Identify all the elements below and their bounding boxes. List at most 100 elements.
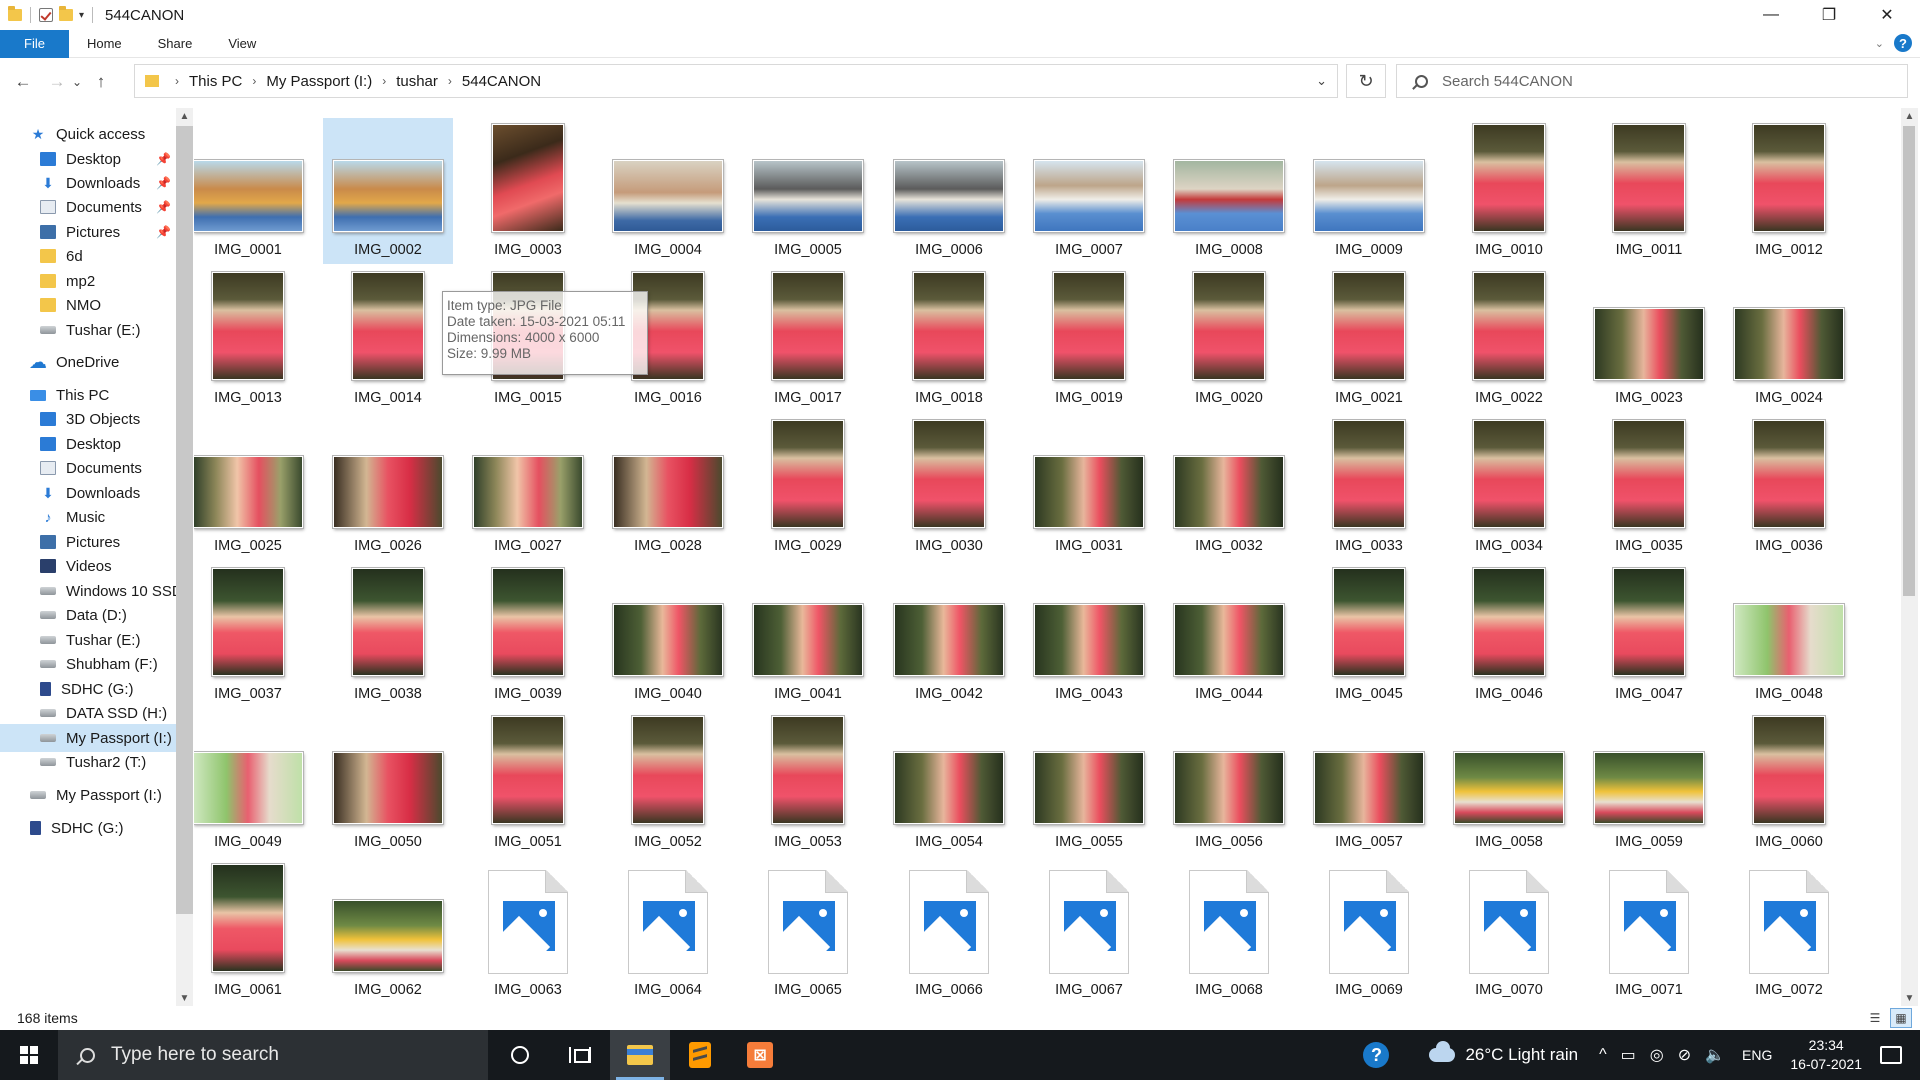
file-item[interactable]: IMG_0063: [463, 858, 593, 1004]
sidebar-item[interactable]: ★ Quick access: [0, 120, 176, 148]
file-item[interactable]: IMG_0001: [194, 118, 313, 264]
customize-quick-access-icon[interactable]: ▾: [79, 10, 84, 21]
file-item[interactable]: IMG_0013: [194, 266, 313, 412]
file-item[interactable]: IMG_0041: [743, 562, 873, 708]
minimize-button[interactable]: —: [1742, 0, 1800, 30]
xampp-app[interactable]: ⊠: [730, 1030, 790, 1080]
sidebar-item[interactable]: ☁ OneDrive: [0, 348, 176, 376]
file-item[interactable]: IMG_0066: [884, 858, 1014, 1004]
file-item[interactable]: IMG_0048: [1724, 562, 1854, 708]
search-box[interactable]: [1396, 64, 1908, 98]
file-item[interactable]: IMG_0035: [1584, 414, 1714, 560]
scroll-down-icon[interactable]: ▼: [176, 990, 193, 1006]
language-indicator[interactable]: ENG: [1742, 1047, 1772, 1063]
file-item[interactable]: IMG_0068: [1164, 858, 1294, 1004]
pin-icon[interactable]: 📌: [156, 176, 171, 190]
file-item[interactable]: IMG_0026: [323, 414, 453, 560]
file-item[interactable]: IMG_0012: [1724, 118, 1854, 264]
file-item[interactable]: IMG_0008: [1164, 118, 1294, 264]
chevron-down-icon[interactable]: ⌄: [1316, 73, 1327, 89]
file-item[interactable]: IMG_0003: [463, 118, 593, 264]
file-item[interactable]: IMG_0031: [1024, 414, 1154, 560]
properties-icon[interactable]: [39, 8, 53, 22]
file-item[interactable]: IMG_0069: [1304, 858, 1434, 1004]
tab-home[interactable]: Home: [69, 30, 140, 58]
close-button[interactable]: ✕: [1858, 0, 1916, 30]
file-item[interactable]: IMG_0065: [743, 858, 873, 1004]
restore-button[interactable]: ❐: [1800, 0, 1858, 30]
scroll-up-icon[interactable]: ▲: [1901, 108, 1918, 124]
breadcrumb-my-passport[interactable]: My Passport (I:): [262, 73, 376, 90]
file-item[interactable]: IMG_0057: [1304, 710, 1434, 856]
task-view-button[interactable]: [550, 1030, 610, 1080]
sidebar-item[interactable]: Videos: [0, 552, 176, 580]
refresh-button[interactable]: ↻: [1346, 64, 1386, 98]
breadcrumb-tushar[interactable]: tushar: [392, 73, 442, 90]
sidebar-item[interactable]: Tushar (E:): [0, 316, 176, 344]
file-item[interactable]: IMG_0006: [884, 118, 1014, 264]
file-item[interactable]: IMG_0053: [743, 710, 873, 856]
app-tray-icon[interactable]: ⊘: [1678, 1045, 1691, 1065]
breadcrumb-544canon[interactable]: 544CANON: [458, 73, 545, 90]
breadcrumb-this-pc[interactable]: This PC: [185, 73, 246, 90]
volume-icon[interactable]: 🔈: [1705, 1045, 1725, 1065]
help-button[interactable]: ?: [1894, 34, 1912, 52]
pin-icon[interactable]: 📌: [156, 152, 171, 166]
tab-share[interactable]: Share: [140, 30, 211, 58]
get-help-icon[interactable]: ?: [1363, 1042, 1390, 1068]
new-folder-icon[interactable]: [59, 6, 73, 21]
sidebar-item[interactable]: My Passport (I:): [0, 781, 176, 809]
file-item[interactable]: IMG_0040: [603, 562, 733, 708]
sidebar-item[interactable]: DATA SSD (H:): [0, 699, 176, 727]
tab-file[interactable]: File: [0, 29, 69, 58]
clock[interactable]: 23:34 16-07-2021: [1790, 1036, 1862, 1074]
chevron-right-icon[interactable]: ›: [442, 74, 458, 88]
file-item[interactable]: IMG_0009: [1304, 118, 1434, 264]
file-item[interactable]: IMG_0027: [463, 414, 593, 560]
file-item[interactable]: IMG_0071: [1584, 858, 1714, 1004]
chevron-up-icon[interactable]: ^: [1599, 1046, 1607, 1064]
back-button[interactable]: ←: [10, 67, 36, 97]
file-item[interactable]: IMG_0010: [1444, 118, 1574, 264]
file-item[interactable]: IMG_0029: [743, 414, 873, 560]
chevron-right-icon[interactable]: ›: [246, 74, 262, 88]
file-item[interactable]: IMG_0030: [884, 414, 1014, 560]
file-item[interactable]: IMG_0038: [323, 562, 453, 708]
file-item[interactable]: IMG_0059: [1584, 710, 1714, 856]
file-item[interactable]: IMG_0020: [1164, 266, 1294, 412]
sidebar-item[interactable]: NMO: [0, 291, 176, 319]
cortana-button[interactable]: [490, 1030, 550, 1080]
pin-icon[interactable]: 📌: [156, 225, 171, 239]
file-item[interactable]: IMG_0047: [1584, 562, 1714, 708]
file-item[interactable]: IMG_0014: [323, 266, 453, 412]
file-item[interactable]: IMG_0032: [1164, 414, 1294, 560]
file-item[interactable]: IMG_0004: [603, 118, 733, 264]
file-item[interactable]: IMG_0037: [194, 562, 313, 708]
file-item[interactable]: IMG_0045: [1304, 562, 1434, 708]
file-item[interactable]: IMG_0056: [1164, 710, 1294, 856]
file-item[interactable]: IMG_0033: [1304, 414, 1434, 560]
start-button[interactable]: [0, 1030, 58, 1080]
file-item[interactable]: IMG_0005: [743, 118, 873, 264]
file-item[interactable]: IMG_0064: [603, 858, 733, 1004]
file-item[interactable]: IMG_0036: [1724, 414, 1854, 560]
file-item[interactable]: IMG_0067: [1024, 858, 1154, 1004]
sidebar-item[interactable]: SDHC (G:): [0, 814, 176, 842]
network-icon[interactable]: ◎: [1650, 1045, 1664, 1065]
file-item[interactable]: IMG_0044: [1164, 562, 1294, 708]
chevron-right-icon[interactable]: ›: [169, 74, 185, 88]
file-item[interactable]: IMG_0011: [1584, 118, 1714, 264]
large-icons-view-button[interactable]: ▦: [1890, 1008, 1912, 1028]
file-item[interactable]: IMG_0021: [1304, 266, 1434, 412]
expand-ribbon-icon[interactable]: ⌄: [1875, 37, 1884, 50]
navigation-pane-scrollbar[interactable]: ▲ ▼: [176, 108, 193, 1006]
up-button[interactable]: ↑: [88, 67, 114, 97]
file-item[interactable]: IMG_0050: [323, 710, 453, 856]
weather-cloud-icon[interactable]: [1429, 1041, 1456, 1062]
file-item[interactable]: IMG_0019: [1024, 266, 1154, 412]
file-item[interactable]: IMG_0043: [1024, 562, 1154, 708]
file-item[interactable]: IMG_0061: [194, 858, 313, 1004]
file-item[interactable]: IMG_0049: [194, 710, 313, 856]
file-item[interactable]: IMG_0070: [1444, 858, 1574, 1004]
chevron-right-icon[interactable]: ›: [376, 74, 392, 88]
